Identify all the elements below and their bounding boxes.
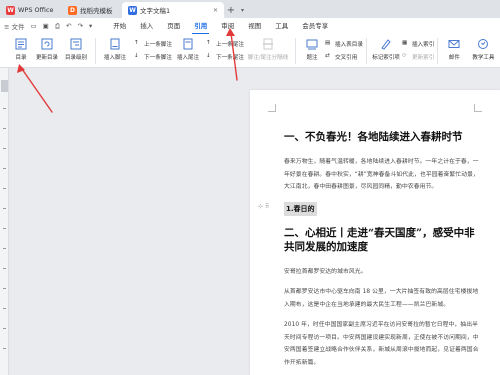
annotation-arrow-toc (17, 28, 238, 113)
